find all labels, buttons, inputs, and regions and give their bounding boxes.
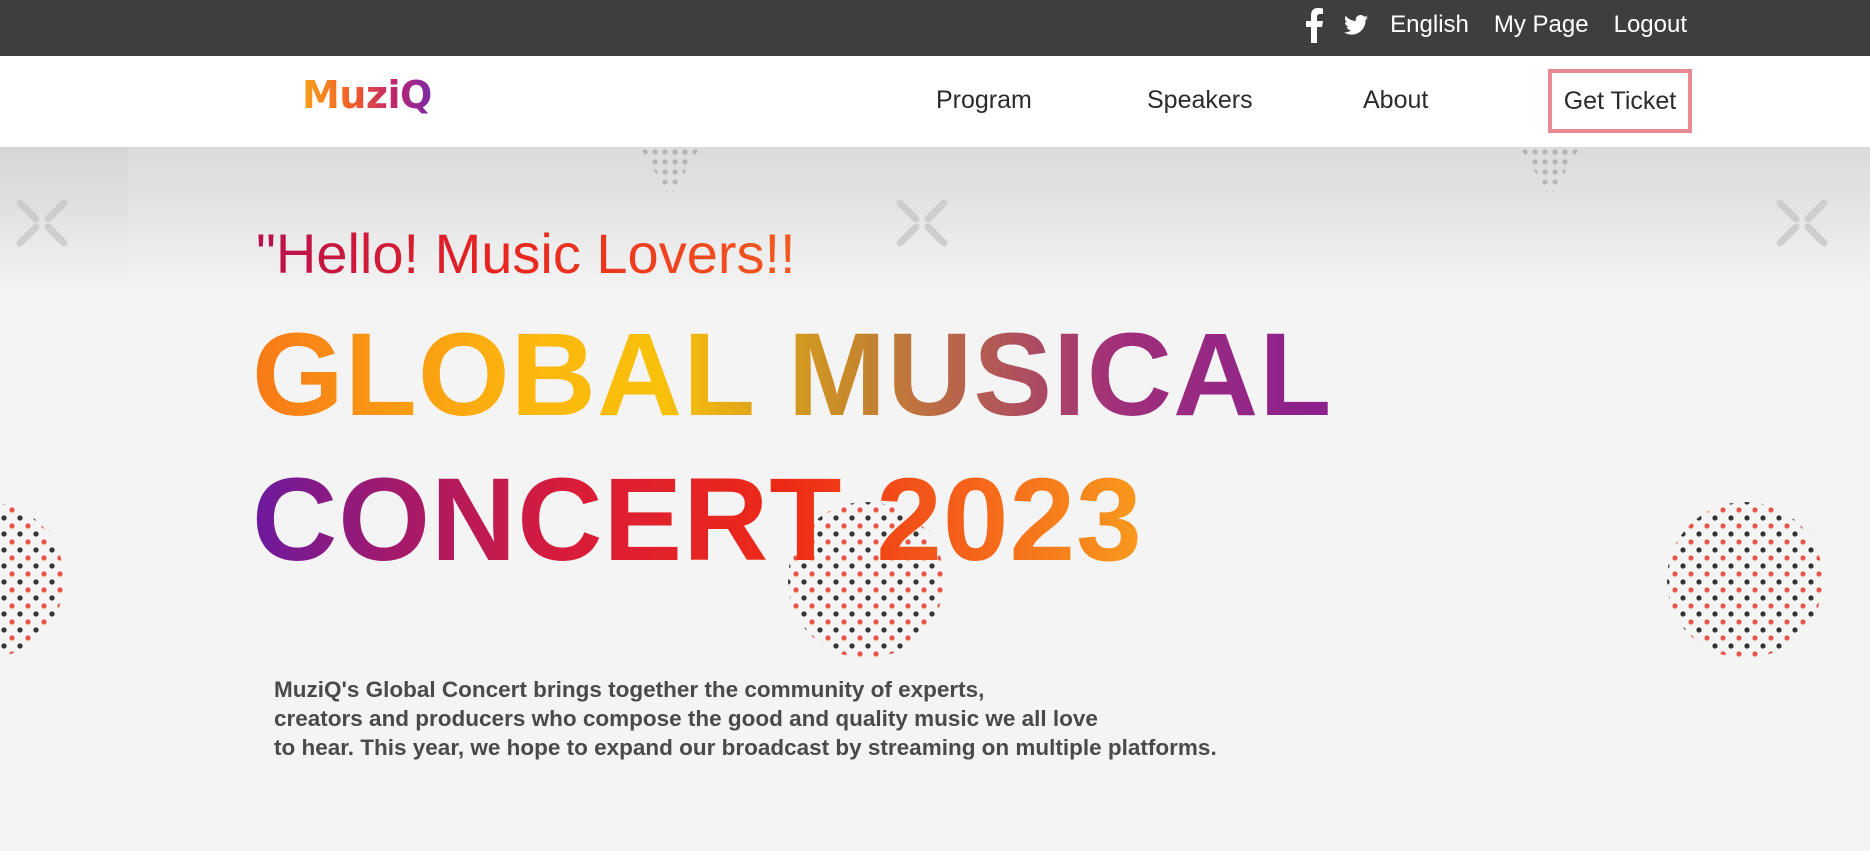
hero-description: MuziQ's Global Concert brings together t… (274, 675, 1254, 762)
dot-pattern-decoration (0, 502, 64, 658)
nav-about-link[interactable]: About (1363, 86, 1428, 115)
logout-link[interactable]: Logout (1614, 11, 1687, 39)
hero-section: "Hello! Music Lovers!! GLOBAL MUSICAL CO… (0, 147, 1870, 851)
nav-speakers-link[interactable]: Speakers (1147, 86, 1253, 115)
hero-headline-line-1: GLOBAL MUSICAL (252, 309, 1333, 441)
utility-bar: English My Page Logout (0, 0, 1870, 56)
my-page-link[interactable]: My Page (1494, 11, 1589, 39)
social-links (1304, 7, 1369, 43)
twitter-icon[interactable] (1344, 14, 1369, 36)
language-link[interactable]: English (1390, 11, 1469, 39)
cross-decoration-icon (1776, 199, 1828, 247)
dot-pattern-decoration (1667, 502, 1823, 658)
hero-headline-line-2: CONCERT 2023 (252, 454, 1143, 586)
hero-tagline: "Hello! Music Lovers!! (256, 222, 796, 285)
main-navbar: MuziQ Program Speakers About Get Ticket (0, 56, 1870, 147)
facebook-icon[interactable] (1304, 7, 1324, 43)
nav-program-link[interactable]: Program (936, 86, 1032, 115)
utility-links: English My Page Logout (1304, 0, 1687, 50)
cross-decoration-icon (16, 199, 68, 247)
description-line: to hear. This year, we hope to expand ou… (274, 735, 1217, 760)
description-line: creators and producers who compose the g… (274, 706, 1098, 731)
nav-menu: Program Speakers About Get Ticket (0, 56, 1870, 147)
description-line: MuziQ's Global Concert brings together t… (274, 677, 985, 702)
get-ticket-button[interactable]: Get Ticket (1548, 69, 1692, 133)
cross-decoration-icon (896, 199, 948, 247)
